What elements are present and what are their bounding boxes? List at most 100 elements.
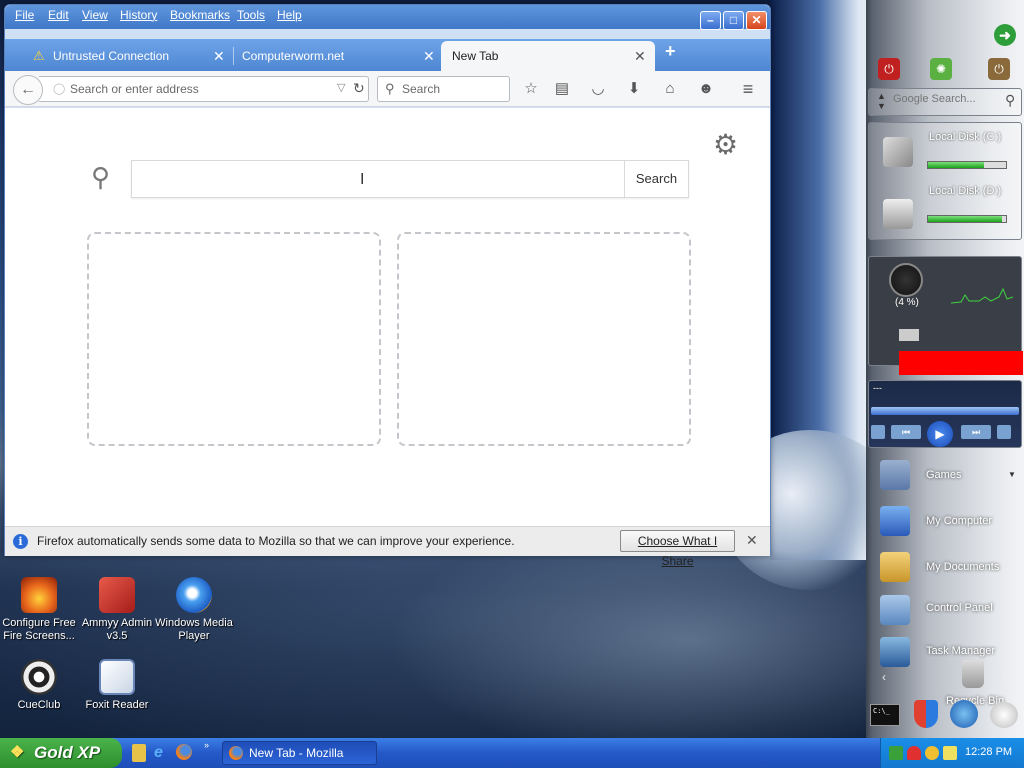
notification-message: Firefox automatically sends some data to… <box>37 534 515 548</box>
home-icon[interactable]: ⌂ <box>658 77 682 101</box>
downloads-icon[interactable]: ⬇ <box>622 77 646 101</box>
dropdown-arrow-icon[interactable]: ▽ <box>337 81 345 94</box>
taskbar-item-firefox[interactable]: New Tab - Mozilla Fire... <box>222 741 377 765</box>
sidebar-item-task-manager[interactable]: Task Manager <box>926 645 995 657</box>
reload-icon[interactable]: ↻ <box>353 80 365 97</box>
google-search-input[interactable] <box>893 93 1003 105</box>
data-notification-bar: i Firefox automatically sends some data … <box>5 526 770 568</box>
bookmarks-menu-icon[interactable]: ▤ <box>550 77 574 101</box>
cpu-percent: (4 %) <box>895 297 919 308</box>
eject-icon[interactable] <box>997 425 1011 439</box>
chevron-left-icon[interactable]: ‹ <box>882 670 886 684</box>
next-icon[interactable]: ⏭ <box>961 425 991 439</box>
menu-edit[interactable]: Edit <box>48 8 69 22</box>
tray-smiley-icon[interactable] <box>925 746 939 760</box>
empty-tile-1[interactable] <box>87 232 381 446</box>
new-tab-search-button[interactable]: Search <box>624 161 688 197</box>
tray-network-icon[interactable] <box>889 746 903 760</box>
firefox-icon[interactable] <box>176 744 192 760</box>
taskbar-item-label: New Tab - Mozilla Fire... <box>249 746 344 760</box>
tray-tools-icon[interactable] <box>943 746 957 760</box>
sleep-icon[interactable]: ✺ <box>930 58 952 80</box>
back-button[interactable]: ← <box>13 75 43 105</box>
search-icon[interactable]: ⚲ <box>1005 92 1015 109</box>
cpu-gauge-icon <box>889 263 923 297</box>
security-shield-icon[interactable] <box>914 700 938 728</box>
internet-explorer-icon[interactable]: e <box>154 744 163 762</box>
navigation-toolbar: ◯ ▽ ↻ ← ⚲ ☆ ▤ ◡ ⬇ ⌂ ☻ ≡ <box>5 71 770 107</box>
close-tab-icon[interactable]: ✕ <box>213 41 225 71</box>
foxit-reader-icon <box>99 659 135 695</box>
scroll-arrows-icon[interactable]: ▲ ▼ <box>877 91 886 111</box>
desktop-icon-windows-media-player[interactable]: Windows Media Player <box>154 577 234 643</box>
sidebar-item-games[interactable]: Games <box>926 469 961 481</box>
quick-launch-expand-icon[interactable]: » <box>204 740 209 750</box>
tab-untrusted-connection[interactable]: ⚠ Untrusted Connection ✕ <box>15 41 229 71</box>
desktop-icon-fire-screensaver[interactable]: Configure Free Fire Screens... <box>0 577 79 643</box>
tab-new-tab[interactable]: New Tab ✕ <box>441 41 655 71</box>
start-button[interactable]: ❖ Gold XP <box>0 738 122 768</box>
stop-icon[interactable] <box>871 425 885 439</box>
info-icon: i <box>13 534 28 549</box>
close-tab-icon[interactable]: ✕ <box>423 41 435 71</box>
menu-tools[interactable]: Tools <box>237 8 265 22</box>
cpu-graph <box>951 287 1013 304</box>
play-icon[interactable]: ▶ <box>927 421 953 447</box>
quick-launch-folder-icon[interactable] <box>132 744 146 762</box>
hamburger-menu-icon[interactable]: ≡ <box>736 77 760 101</box>
google-search-gadget: ▲▼ ⚲ <box>868 88 1022 116</box>
new-tab-plus-icon[interactable]: + <box>665 41 676 62</box>
desktop-icon-foxit-reader[interactable]: Foxit Reader <box>77 659 157 712</box>
recycle-bin-icon <box>962 660 984 688</box>
command-prompt-icon[interactable]: C:\_ <box>870 704 900 726</box>
menu-history[interactable]: History <box>120 8 157 22</box>
close-icon[interactable]: ✕ <box>746 532 758 549</box>
search-icon: ⚲ <box>385 81 395 96</box>
desktop-icon-cueclub[interactable]: CueClub <box>0 659 79 712</box>
menu-bar: File Edit View History Bookmarks Tools H… <box>5 5 770 30</box>
minimize-button[interactable]: – <box>700 11 721 30</box>
maximize-button[interactable]: □ <box>723 11 744 30</box>
empty-tile-2[interactable] <box>397 232 691 446</box>
url-input[interactable] <box>70 82 320 96</box>
bookmark-star-icon[interactable]: ☆ <box>519 77 543 101</box>
tab-strip: ⚠ Untrusted Connection ✕ Computerworm.ne… <box>5 39 770 71</box>
close-tab-icon[interactable]: ✕ <box>634 41 646 71</box>
gear-icon[interactable]: ⚙ <box>713 128 738 161</box>
menu-help[interactable]: Help <box>277 8 302 22</box>
sidebar-item-my-documents[interactable]: My Documents <box>926 561 999 573</box>
choose-what-i-share-button[interactable]: Choose What I Share <box>620 530 735 568</box>
menu-file[interactable]: File <box>15 8 34 22</box>
windows-flag-icon: ❖ <box>10 744 25 761</box>
close-window-button[interactable]: ✕ <box>746 11 767 30</box>
media-progress-bar[interactable] <box>871 407 1019 415</box>
sidebar-item-control-panel[interactable]: Control Panel <box>926 602 993 614</box>
forward-arrow-icon[interactable]: ➜ <box>994 24 1016 46</box>
speaker-icon[interactable] <box>990 702 1018 728</box>
search-magnifier-icon: ⚲ <box>91 162 111 192</box>
cueclub-icon <box>21 659 57 695</box>
disk-d-label: Local Disk (D:) <box>929 185 1002 197</box>
tab-computerworm[interactable]: Computerworm.net ✕ <box>235 41 435 71</box>
network-globe-icon[interactable] <box>950 700 978 728</box>
restart-icon[interactable]: ⏻ <box>988 58 1010 80</box>
new-tab-search-input[interactable] <box>140 169 610 185</box>
chevron-down-icon[interactable]: ▼ <box>1008 470 1016 479</box>
menu-bookmarks[interactable]: Bookmarks <box>170 8 230 22</box>
tray-security-icon[interactable] <box>907 746 921 760</box>
previous-icon[interactable]: ⏮ <box>891 425 921 439</box>
hello-chat-icon[interactable]: ☻ <box>694 77 718 101</box>
games-icon <box>880 460 910 490</box>
search-bar[interactable]: ⚲ <box>377 76 510 102</box>
desktop-icon-ammyy-admin[interactable]: Ammyy Admin v3.5 <box>77 577 157 643</box>
sidebar-item-my-computer[interactable]: My Computer <box>926 515 992 527</box>
url-bar[interactable]: ◯ ▽ ↻ <box>39 76 369 102</box>
power-off-icon[interactable]: ⏻ <box>878 58 900 80</box>
menu-view[interactable]: View <box>82 8 108 22</box>
search-input[interactable] <box>402 82 502 96</box>
windows-drive-icon <box>883 137 913 167</box>
chevron-right-icon[interactable]: › <box>1002 670 1006 684</box>
new-tab-search-box[interactable]: Search <box>131 160 689 198</box>
pocket-icon[interactable]: ◡ <box>586 77 610 101</box>
fire-icon <box>21 577 57 613</box>
